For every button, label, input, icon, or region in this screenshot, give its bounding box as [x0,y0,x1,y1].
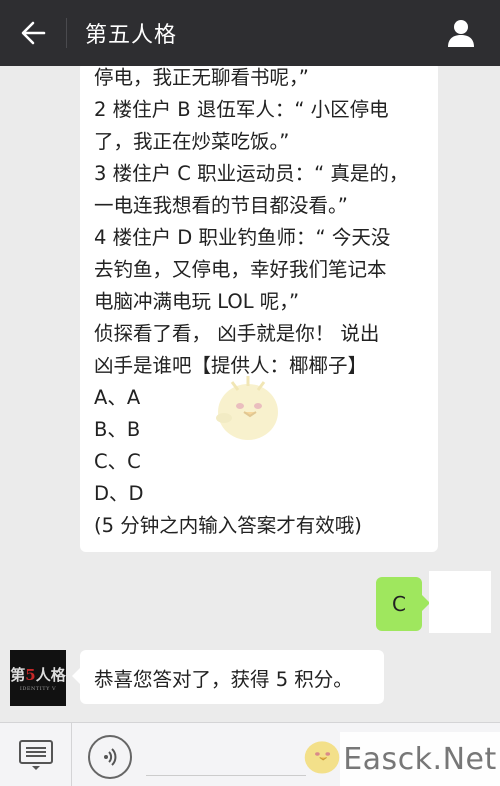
chat-area[interactable]: 停电，我正无聊看书呢，” 2 楼住户 B 退伍军人：“ 小区停电 了，我正在炒菜吃饭… [0,66,500,720]
header-divider [66,18,67,48]
chat-title: 第五人格 [85,23,178,48]
message-line: 侦探看了看， 凶手就是你！ 说出 [94,322,380,345]
arrow-left-icon [21,21,46,45]
question-message-bubble: 停电，我正无聊看书呢，” 2 楼住户 B 退伍军人：“ 小区停电 了，我正在炒菜吃饭… [80,66,438,552]
voice-button[interactable] [88,735,132,779]
bird-mascot-icon [216,376,278,440]
message-line: 停电，我正无聊看书呢，” [94,66,309,89]
user-reply-text: C [392,592,406,616]
message-line: C、C [94,450,141,473]
bot-reply-bubble: 恭喜您答对了，获得 5 积分。 [72,650,384,704]
bot-reply-text: 恭喜您答对了，获得 5 积分。 [94,667,353,691]
message-line: 3 楼住户 C 职业运动员：“ 真是的， [94,162,409,185]
message-line: 电脑冲满电玩 LOL 呢，” [94,290,300,313]
site-watermark: Easck.Net [340,732,500,786]
voice-icon [104,748,117,766]
message-line: (5 分钟之内输入答案才有效哦) [94,514,362,537]
avatar-logo-subtitle: IDENTITY V [19,686,57,692]
footer-mascot [300,731,344,781]
bot-avatar[interactable]: 第5人格 IDENTITY V [10,650,66,706]
user-avatar[interactable] [429,571,491,633]
back-button[interactable] [0,0,66,66]
bubble-tail [72,668,80,684]
message-line: 4 楼住户 D 职业钓鱼师：“ 今天没 [94,226,391,249]
user-reply-bubble: C [376,577,430,631]
message-line: 了，我正在炒菜吃饭。” [94,130,290,153]
message-input[interactable] [146,775,306,776]
mascot-watermark [210,366,286,450]
menu-button[interactable] [0,723,72,786]
bird-mascot-icon [304,741,340,774]
profile-button[interactable] [444,16,478,50]
message-line: 去钓鱼，又停电，幸好我们笔记本 [94,258,387,281]
avatar-logo-text: 第5人格 [10,666,66,684]
person-icon [448,20,474,47]
message-line: 2 楼住户 B 退伍军人：“ 小区停电 [94,98,389,121]
top-bar: 第五人格 [0,0,500,66]
menu-list-icon [18,740,53,770]
message-line: 一电连我想看的节目都没看。” [94,194,348,217]
message-line: D、D [94,482,144,505]
